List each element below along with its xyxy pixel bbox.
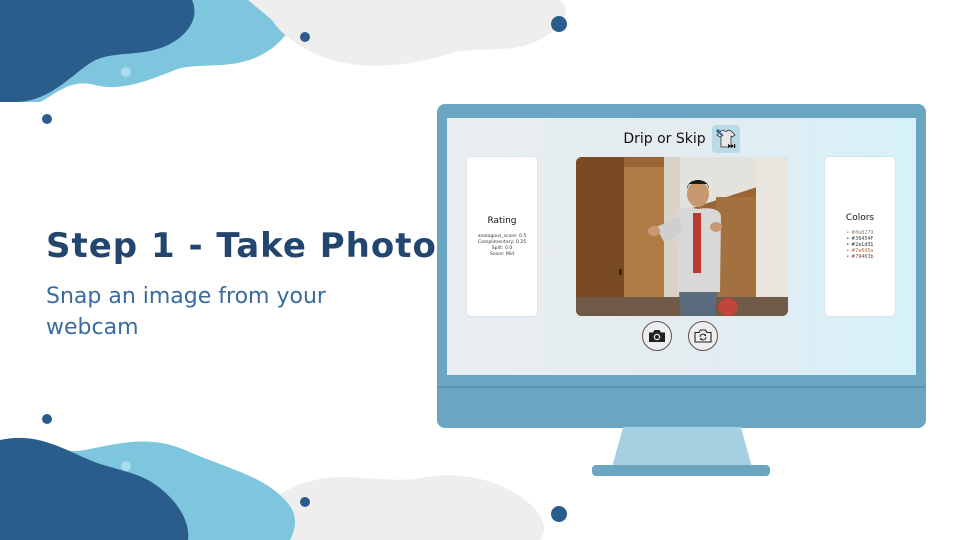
monitor-stand-neck	[612, 427, 752, 467]
rating-panel: Rating analogous_score: 0.5 Complimentar…	[467, 157, 537, 316]
dot	[551, 16, 567, 32]
color-hex: #2e1d31	[851, 242, 874, 248]
dot	[300, 32, 310, 42]
color-hex: #79463b	[851, 254, 874, 260]
dot	[121, 461, 131, 471]
dot	[42, 114, 52, 124]
tshirt-skip-icon	[711, 125, 740, 153]
dot	[42, 414, 52, 424]
color-item: • #79463b	[846, 254, 874, 260]
top-light-blob	[0, 0, 295, 102]
monitor-stand-base	[592, 465, 770, 476]
rating-heading: Rating	[487, 215, 517, 226]
switch-camera-button[interactable]	[688, 321, 718, 351]
switch-camera-icon	[694, 329, 712, 343]
colors-panel: Colors • #8e8279 • #36454F • #2e1d31 • #7e6d…	[825, 157, 895, 316]
bottom-light-blob	[0, 441, 295, 540]
color-hex: #8e8279	[851, 230, 874, 236]
camera-icon	[649, 330, 665, 342]
dot	[300, 497, 310, 507]
colors-heading: Colors	[845, 212, 875, 223]
app-screen: Drip or Skip Rating analogous_score: 0.5…	[447, 118, 916, 375]
dot	[121, 67, 131, 77]
bottom-grey-blob	[250, 475, 545, 540]
rating-score: Score: Mid	[489, 251, 515, 257]
monitor-chin-line	[437, 386, 926, 388]
slide-subtitle: Snap an image from your webcam	[46, 284, 326, 340]
app-header: Drip or Skip	[447, 124, 916, 154]
slide-headline: Step 1 - Take Photo	[46, 226, 437, 266]
app-title: Drip or Skip	[623, 131, 706, 147]
dot	[551, 506, 567, 522]
bottom-dark-blob	[0, 437, 189, 540]
color-hex: #36454F	[851, 236, 874, 242]
top-grey-blob	[248, 0, 566, 66]
capture-photo-button[interactable]	[642, 321, 672, 351]
webcam-photo	[576, 157, 788, 316]
color-list: • #8e8279 • #36454F • #2e1d31 • #7e6d5a • #79…	[846, 231, 873, 261]
top-dark-blob	[0, 0, 195, 102]
color-hex: #7e6d5a	[851, 248, 874, 254]
